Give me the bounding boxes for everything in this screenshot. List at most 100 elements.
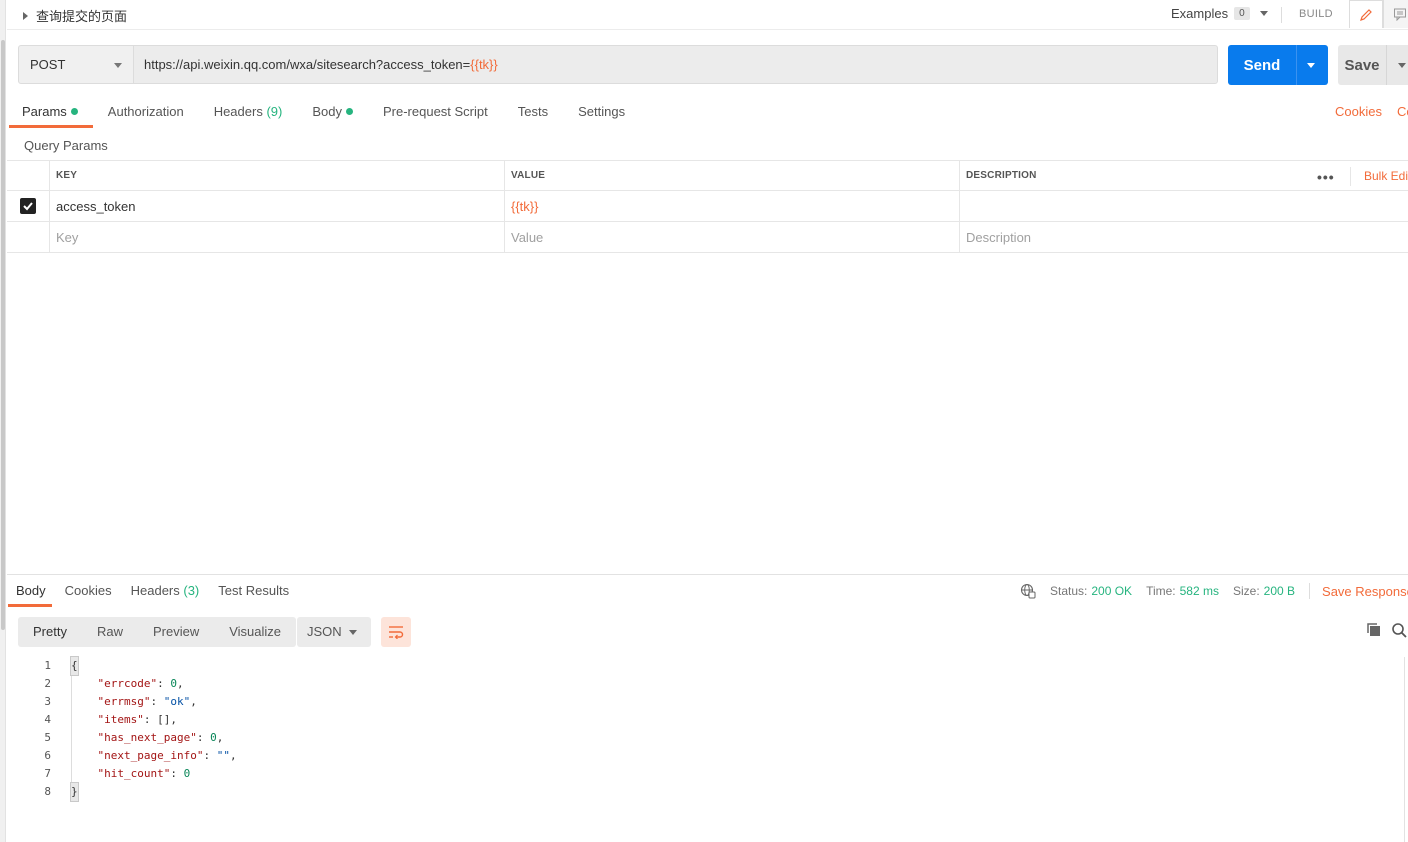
line-number: 4 — [44, 713, 51, 726]
tab-label: Body — [16, 583, 46, 598]
code-line: 2 "errcode": 0, — [7, 675, 1408, 693]
view-pretty[interactable]: Pretty — [18, 617, 82, 647]
left-scrollbar[interactable] — [1, 40, 5, 630]
time-value[interactable]: 582 ms — [1180, 584, 1219, 598]
param-description-field[interactable] — [959, 191, 1408, 221]
copy-icon[interactable] — [1366, 622, 1382, 638]
bulk-edit-link[interactable]: Bulk Edit — [1364, 169, 1408, 183]
view-raw[interactable]: Raw — [82, 617, 138, 647]
examples-label: Examples — [1171, 6, 1229, 21]
save-response-button[interactable]: Save Response — [1322, 584, 1408, 599]
examples-dropdown[interactable]: Examples 0 — [1171, 6, 1268, 21]
column-header-value: VALUE — [504, 161, 959, 190]
row-checkbox-cell — [7, 191, 49, 221]
response-tab-headers[interactable]: Headers (3) — [122, 577, 210, 607]
divider — [1281, 7, 1282, 23]
save-options-chevron-icon[interactable] — [1398, 63, 1406, 68]
query-params-title: Query Params — [24, 138, 108, 153]
code-link[interactable]: Code — [1397, 104, 1408, 119]
table-row-new: Key Value Description — [7, 222, 1408, 253]
code-text: "hit_count": 0 — [97, 767, 191, 780]
comments-button[interactable] — [1383, 0, 1408, 28]
response-tab-cookies[interactable]: Cookies — [56, 577, 122, 607]
view-visualize[interactable]: Visualize — [214, 617, 296, 647]
divider — [1309, 583, 1311, 599]
send-button-group: Send — [1228, 45, 1328, 85]
more-options-icon[interactable]: ••• — [1317, 169, 1335, 185]
tab-body[interactable]: Body — [297, 98, 368, 128]
divider — [1386, 45, 1387, 85]
row-checkbox-cell — [7, 222, 49, 252]
tab-headers[interactable]: Headers (9) — [199, 98, 298, 128]
response-scrollbar[interactable] — [1404, 657, 1408, 842]
url-input[interactable]: https://api.weixin.qq.com/wxa/sitesearch… — [133, 45, 1218, 84]
format-select[interactable]: JSON — [297, 617, 371, 647]
status-value[interactable]: 200 OK — [1091, 584, 1132, 598]
header-check-cell — [7, 161, 49, 190]
checkbox-checked-icon[interactable] — [20, 198, 36, 214]
divider — [1350, 167, 1351, 186]
code-line: 1{ — [7, 656, 1408, 676]
column-header-description: DESCRIPTION — [959, 161, 1408, 190]
code-text: } — [70, 782, 79, 802]
chevron-down-icon — [1259, 11, 1268, 16]
table-row: access_token {{tk}} — [7, 191, 1408, 222]
save-button[interactable]: Save — [1338, 45, 1386, 85]
line-number: 3 — [44, 695, 51, 708]
column-header-key: KEY — [49, 161, 504, 190]
code-text: "next_page_info": "", — [97, 749, 237, 762]
view-mode-group: Pretty Raw Preview Visualize — [18, 617, 297, 647]
tab-tests[interactable]: Tests — [503, 98, 563, 128]
line-number: 1 — [44, 659, 51, 672]
size-label: Size: — [1232, 584, 1260, 598]
new-key-field[interactable]: Key — [49, 222, 504, 252]
tab-settings[interactable]: Settings — [563, 98, 640, 128]
code-line: 8} — [7, 782, 1408, 802]
url-variable: {{tk}} — [470, 57, 498, 72]
wrap-lines-button[interactable] — [381, 617, 411, 647]
tab-links: Cookies Code — [1335, 104, 1408, 119]
new-value-field[interactable]: Value — [504, 222, 959, 252]
response-body-editor[interactable]: 1{ 2 "errcode": 0, 3 "errmsg": "ok", 4 "… — [7, 656, 1408, 802]
tab-count: (9) — [266, 104, 283, 119]
code-text: { — [70, 656, 79, 676]
view-preview[interactable]: Preview — [138, 617, 214, 647]
save-response-label: Save Response — [1322, 583, 1408, 599]
globe-icon[interactable] — [1020, 583, 1036, 599]
tab-params[interactable]: Params — [7, 98, 93, 128]
status-label: Status: — [1050, 584, 1088, 598]
param-value-field[interactable]: {{tk}} — [504, 191, 959, 221]
divider — [1296, 45, 1297, 85]
tab-label: Test Results — [218, 583, 290, 598]
method-select[interactable]: POST — [18, 45, 134, 84]
param-key-field[interactable]: access_token — [49, 191, 504, 221]
size-value[interactable]: 200 B — [1264, 584, 1295, 598]
response-tab-test-results[interactable]: Test Results — [209, 577, 299, 607]
edit-button[interactable] — [1349, 0, 1383, 28]
tab-count: (3) — [183, 583, 200, 598]
tab-label: Settings — [578, 104, 626, 119]
response-divider[interactable] — [7, 574, 1408, 575]
cookies-link[interactable]: Cookies — [1335, 104, 1382, 119]
line-number: 7 — [44, 767, 51, 780]
new-description-field[interactable]: Description — [959, 222, 1408, 252]
tab-label: Headers — [213, 104, 263, 119]
search-icon[interactable] — [1391, 622, 1407, 638]
expand-caret-icon[interactable] — [23, 11, 28, 20]
send-options-chevron-icon[interactable] — [1307, 63, 1315, 68]
code-line: 4 "items": [], — [7, 711, 1408, 729]
tab-pre-request-script[interactable]: Pre-request Script — [368, 98, 503, 128]
params-table: KEY VALUE DESCRIPTION ••• Bulk Edit acce… — [7, 160, 1408, 253]
send-button[interactable]: Send — [1228, 45, 1296, 85]
line-number: 2 — [44, 677, 51, 690]
request-title[interactable]: 查询提交的页面 — [23, 6, 127, 25]
code-line: 7 "hit_count": 0 — [7, 765, 1408, 783]
table-header-row: KEY VALUE DESCRIPTION ••• Bulk Edit — [7, 160, 1408, 191]
chevron-down-icon — [114, 63, 122, 68]
request-tabs: Params Authorization Headers (9) Body Pr… — [7, 98, 640, 128]
code-text: "errmsg": "ok", — [97, 695, 197, 708]
tab-authorization[interactable]: Authorization — [93, 98, 199, 128]
response-tab-body[interactable]: Body — [7, 577, 56, 607]
build-mode-label[interactable]: BUILD — [1299, 8, 1333, 20]
tab-label: Pre-request Script — [382, 104, 488, 119]
